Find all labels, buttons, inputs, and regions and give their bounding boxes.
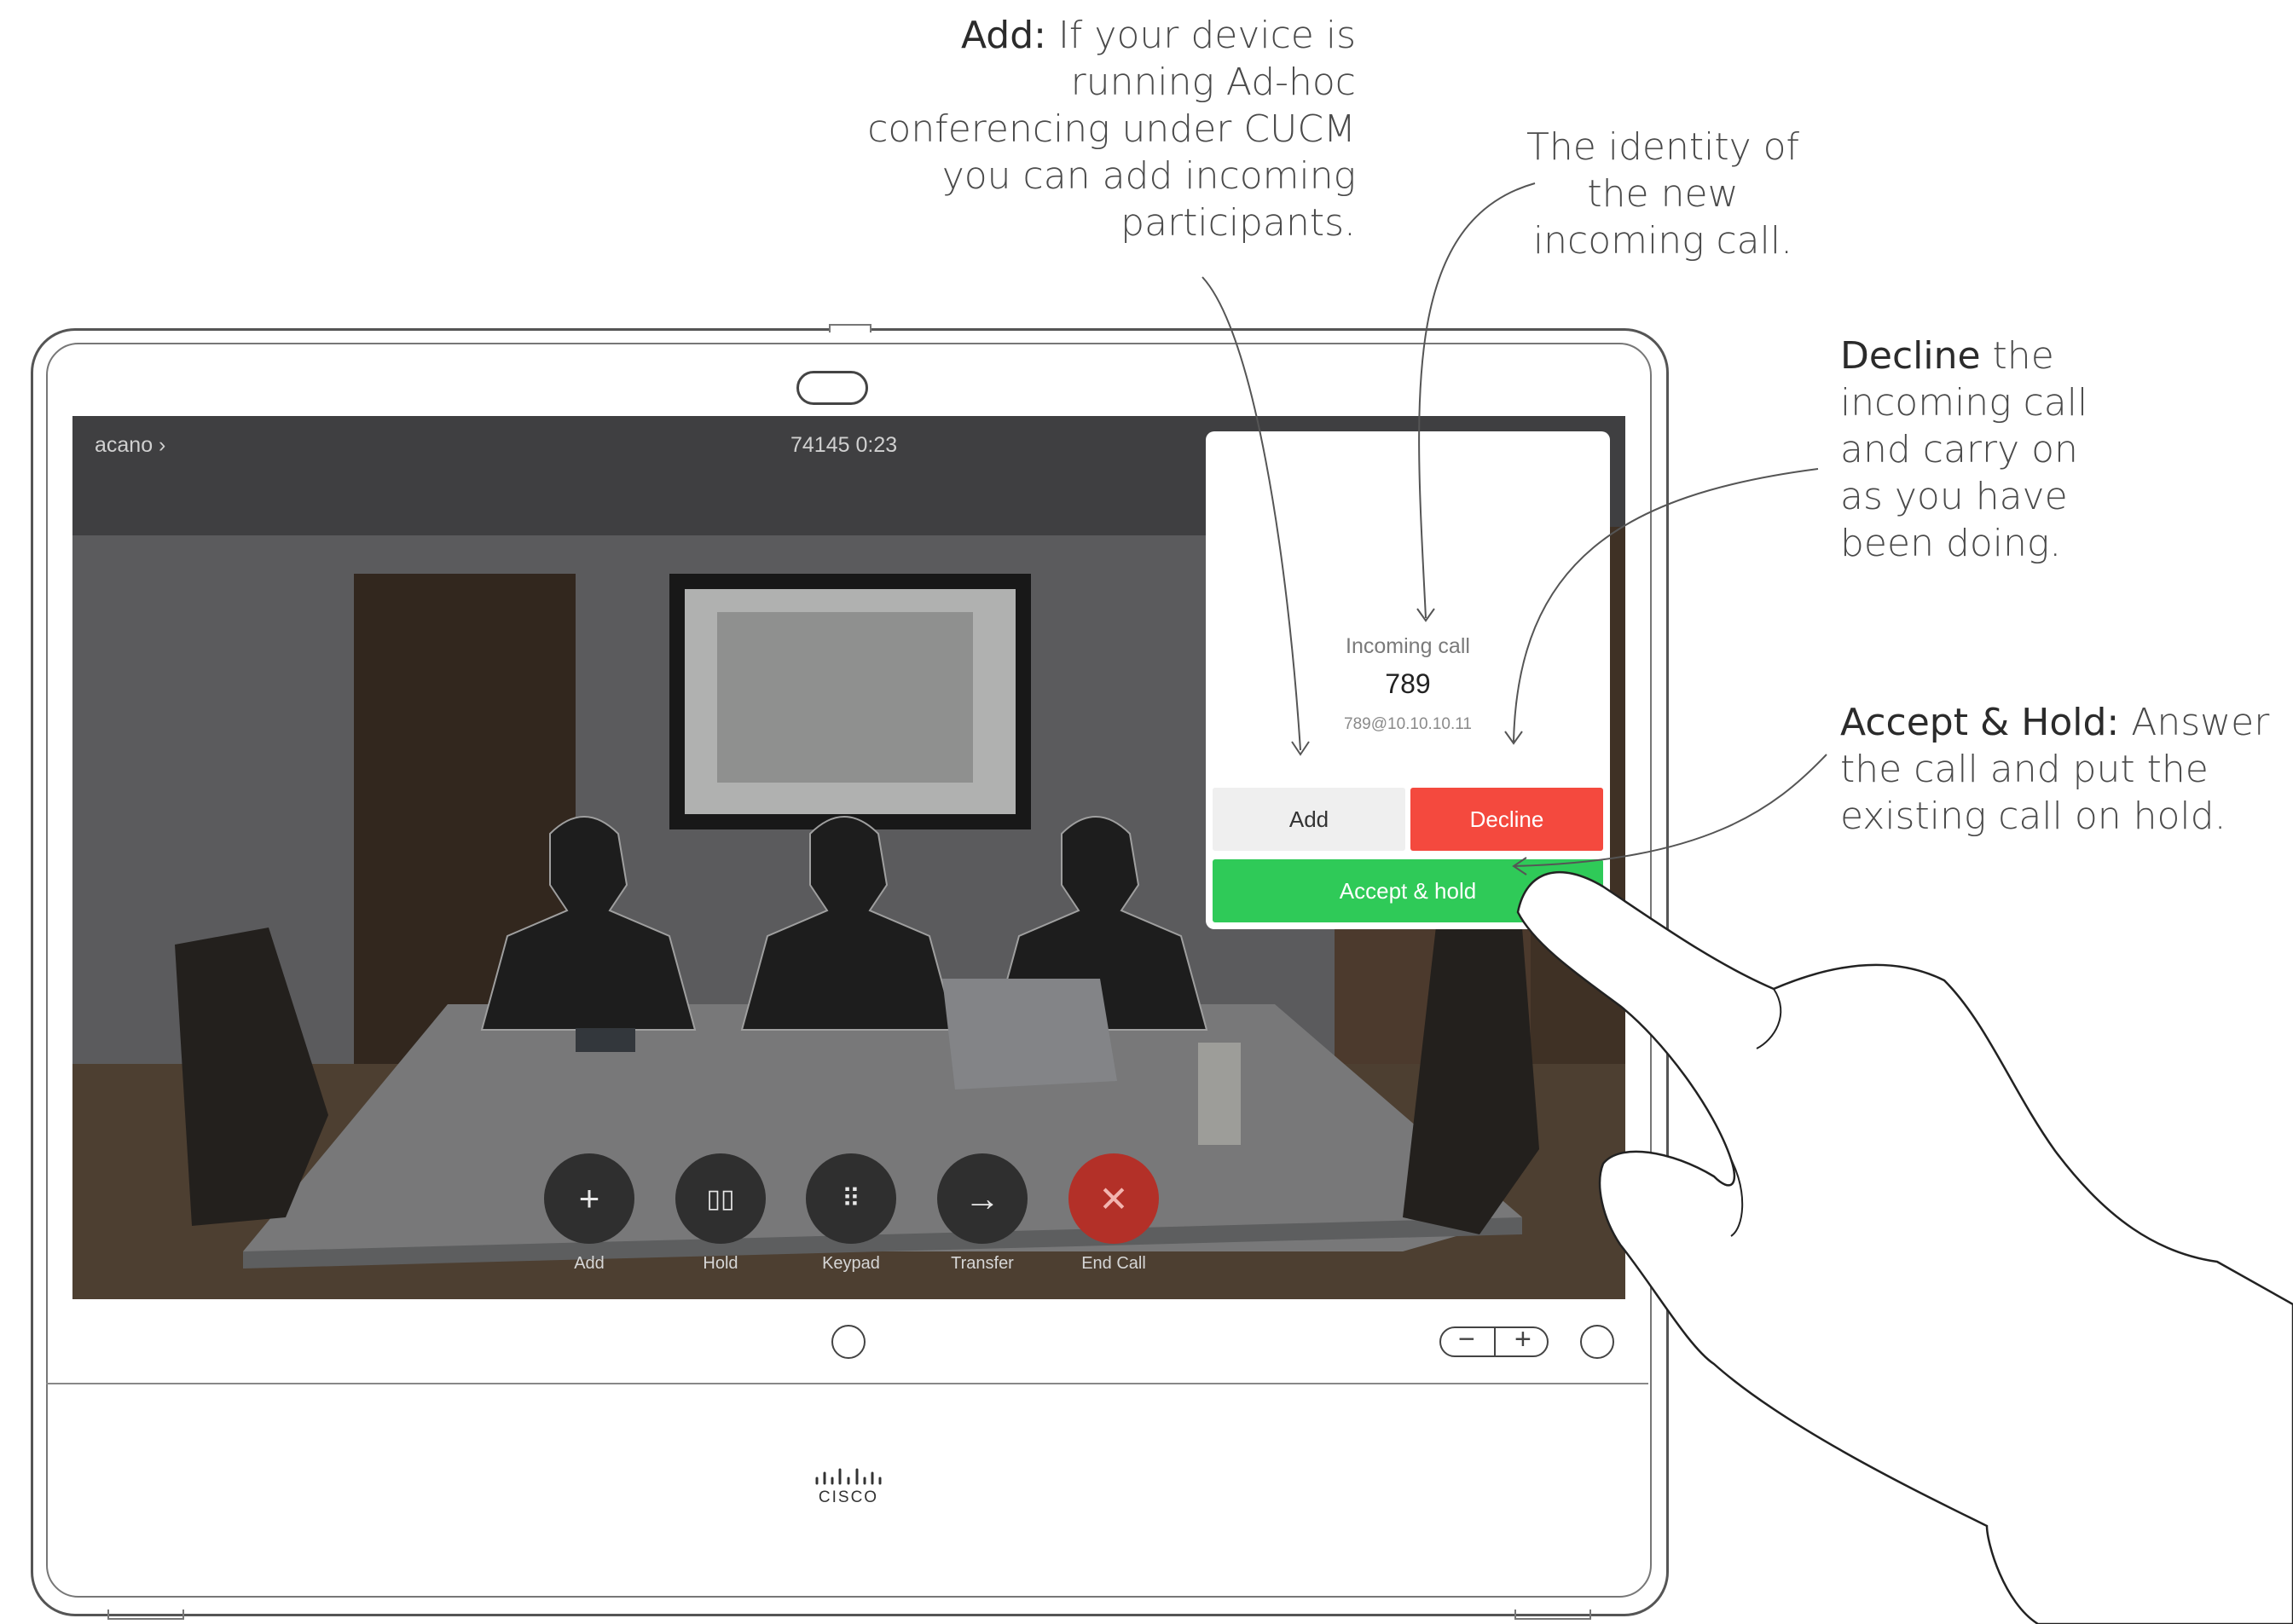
hand-illustration <box>1516 870 2293 1624</box>
